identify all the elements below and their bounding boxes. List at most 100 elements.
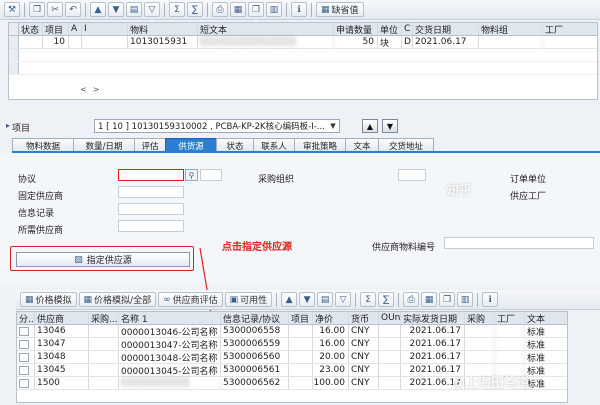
table-row[interactable]: 13046 0000013046-公司名称 5300006558 16.00 C…	[17, 325, 567, 338]
sum-button[interactable]: Σ	[169, 2, 185, 17]
tab-source-of-supply[interactable]: 供货源	[165, 138, 217, 152]
subtotal-button[interactable]: ∑	[378, 292, 395, 307]
col-a[interactable]: A	[69, 23, 82, 35]
vendor-material-number-field[interactable]	[444, 237, 594, 249]
price-simulation-all-button[interactable]: ▦ 价格模拟/全部	[78, 292, 157, 307]
layout-button[interactable]: ▦	[421, 292, 438, 307]
assign-source-button[interactable]: ▨ 指定供应源	[16, 252, 190, 267]
row-checkbox[interactable]	[17, 325, 35, 337]
row-select-handle[interactable]	[9, 49, 19, 61]
col-short-text[interactable]: 短文本	[198, 23, 334, 35]
info-record-field[interactable]	[118, 203, 184, 215]
columns-button[interactable]: ▥	[266, 2, 282, 17]
select-all-handle[interactable]	[9, 23, 19, 35]
row-checkbox[interactable]	[17, 377, 35, 389]
print-button[interactable]: ⎙	[212, 2, 228, 17]
scroll-left-icon[interactable]: <	[80, 85, 87, 94]
col-material-group[interactable]: 物料组	[479, 23, 543, 35]
filter-button[interactable]: ▽	[144, 2, 160, 17]
tab-quantity-date[interactable]: 数量/日期	[73, 138, 135, 152]
col-name[interactable]: 名称 1	[119, 312, 221, 324]
col-delivery-date[interactable]: 交货日期	[413, 23, 479, 35]
detail-tabs: 物料数据 数量/日期 评估 供货源 状态 联系人 审批策略 文本 交货地址	[12, 138, 434, 152]
col-vendor[interactable]: 供应商	[35, 312, 89, 324]
col-currency[interactable]: 货币	[349, 312, 379, 324]
col-plant[interactable]: 工厂	[495, 312, 525, 324]
next-item-button[interactable]: ▼	[382, 119, 398, 133]
col-assignment[interactable]: 分...	[17, 312, 35, 324]
collapse-icon[interactable]: ▸	[6, 121, 10, 130]
col-purch-org[interactable]: 采购...	[89, 312, 119, 324]
availability-button[interactable]: ▣ 可用性	[224, 292, 273, 307]
info-button[interactable]: ℹ	[482, 292, 499, 307]
cell-item	[289, 377, 313, 389]
agreement-field[interactable]	[118, 169, 184, 181]
tab-valuation[interactable]: 评估	[134, 138, 166, 152]
columns-button[interactable]: ▥	[457, 292, 474, 307]
col-order-unit[interactable]: OUn	[379, 312, 401, 324]
toolbar-separator	[355, 292, 357, 307]
print-button[interactable]: ⎙	[403, 292, 420, 307]
col-i[interactable]: I	[82, 23, 128, 35]
find-button[interactable]: ▤	[126, 2, 142, 17]
agreement-item-field[interactable]	[200, 169, 222, 181]
tab-material-data[interactable]: 物料数据	[12, 138, 74, 152]
row-checkbox[interactable]	[17, 351, 35, 363]
cell-currency: CNY	[349, 377, 379, 389]
col-material[interactable]: 物料	[128, 23, 198, 35]
tab-delivery-address[interactable]: 交货地址	[378, 138, 434, 152]
sort-descending-button[interactable]: ▼	[299, 292, 316, 307]
sort-descending-button[interactable]: ▼	[108, 2, 124, 17]
tab-texts[interactable]: 文本	[345, 138, 379, 152]
col-c[interactable]: C	[402, 23, 413, 35]
col-item[interactable]: 项目	[43, 23, 69, 35]
search-help-icon[interactable]: ⚲	[185, 169, 198, 181]
toolbar-button-4[interactable]: ↶	[65, 2, 81, 17]
desired-vendor-field[interactable]	[118, 220, 184, 232]
col-item[interactable]: 项目	[289, 312, 313, 324]
sum-button[interactable]: Σ	[360, 292, 377, 307]
purch-org-field[interactable]	[398, 169, 426, 181]
col-qty[interactable]: 申请数量	[334, 23, 378, 35]
previous-item-button[interactable]: ▲	[362, 119, 378, 133]
col-unit[interactable]: 单位	[378, 23, 402, 35]
horizontal-scrollbar[interactable]: < >	[80, 85, 99, 94]
item-dropdown[interactable]: 1 [ 10 ] 10130159310002 , PCBA-KP-2K核心编码…	[94, 119, 340, 133]
scroll-right-icon[interactable]: >	[93, 85, 100, 94]
toolbar-button-1[interactable]: ⚒	[4, 2, 20, 17]
toolbar-button-3[interactable]: ✂	[47, 2, 63, 17]
col-text[interactable]: 文本	[525, 312, 567, 325]
order-unit-label: 订单单位	[510, 175, 547, 185]
subtotal-button[interactable]: ∑	[187, 2, 203, 17]
col-status[interactable]: 状态	[19, 23, 43, 35]
export-button[interactable]: ❐	[439, 292, 456, 307]
tab-release-strategy[interactable]: 审批策略	[294, 138, 346, 152]
col-plant[interactable]: 工厂	[543, 23, 597, 36]
col-delivery-date[interactable]: 实际发货日期	[401, 312, 465, 324]
chevron-down-icon[interactable]: ▼	[328, 121, 338, 131]
filter-button[interactable]: ▽	[335, 292, 352, 307]
tab-contact[interactable]: 联系人	[253, 138, 295, 152]
vendor-evaluation-button[interactable]: ∞ 供应商评估	[158, 292, 223, 307]
default-values-button[interactable]: ▦ 缺省值	[316, 2, 364, 17]
export-button[interactable]: ❐	[248, 2, 264, 17]
table-row[interactable]: 13048 0000013048-公司名称 5300006560 20.00 C…	[17, 351, 567, 364]
layout-button[interactable]: ▦	[230, 2, 246, 17]
info-button[interactable]: ℹ	[291, 2, 307, 17]
col-net-price[interactable]: 净价	[313, 312, 349, 324]
fixed-vendor-field[interactable]	[118, 186, 184, 198]
sort-ascending-button[interactable]: ▲	[281, 292, 298, 307]
row-checkbox[interactable]	[17, 338, 35, 350]
toolbar-button-2[interactable]: ❐	[29, 2, 45, 17]
row-select-handle[interactable]	[9, 36, 19, 48]
col-purch[interactable]: 采购	[465, 312, 495, 324]
row-checkbox[interactable]	[17, 364, 35, 376]
row-select-handle[interactable]	[9, 62, 19, 74]
table-row[interactable]: 13047 0000013047-公司名称 5300006559 16.00 C…	[17, 338, 567, 351]
table-row[interactable]: 10 1013015931 ░░░░░░░░░░░░░░ 50 块 D 2021…	[9, 36, 597, 49]
price-simulation-button[interactable]: ▦ 价格模拟	[20, 292, 77, 307]
find-button[interactable]: ▤	[317, 292, 334, 307]
sort-ascending-button[interactable]: ▲	[90, 2, 106, 17]
tab-status[interactable]: 状态	[216, 138, 254, 152]
col-info-record[interactable]: 信息记录/协议	[221, 312, 289, 324]
